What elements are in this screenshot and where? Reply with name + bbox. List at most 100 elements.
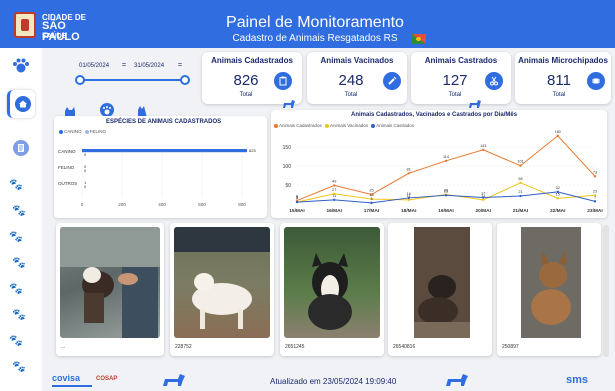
bar-data-label: 0 <box>84 152 87 157</box>
x-tick-label: 20/MAI <box>476 208 492 214</box>
x-tick-label: 400 <box>158 202 166 207</box>
page-subtitle: Cadastro de Animais Resgatados RS <box>232 33 398 44</box>
kpi-label: Total <box>239 92 253 98</box>
category-label: CANINO <box>58 149 76 154</box>
line-point <box>407 196 410 200</box>
paw-deco-icon: 🐾 <box>9 179 23 191</box>
species-chart-panel: ESPÉCIES DE ANIMAIS CADASTRADOS CANINO F… <box>54 116 267 218</box>
daily-line-chart-panel: Animais Cadastrados, Vacinados e Castrad… <box>271 110 607 218</box>
kpi-card-vaccinated: Animais Vacinados 248 Total <box>307 52 407 104</box>
bar-data-label: 0 <box>84 168 87 173</box>
paw-deco-icon: 🐾 <box>12 309 26 321</box>
animal-photo <box>284 227 380 338</box>
clipboard-icon <box>274 72 292 90</box>
paw-deco-icon: 🐾 <box>12 361 26 373</box>
dog-deco-icon <box>469 100 481 108</box>
animal-photo-card[interactable]: 250897 <box>497 223 601 356</box>
line-data-label: 11 <box>332 194 336 198</box>
y-tick-label: 50 <box>285 183 291 189</box>
y-tick-label: 150 <box>283 145 292 151</box>
line-data-label: 7 <box>594 195 596 199</box>
x-tick-label: 200 <box>118 202 126 207</box>
line-data-label: 114 <box>443 155 449 159</box>
syringe-icon <box>383 72 401 90</box>
sms-logo-text: sms <box>566 374 589 386</box>
kpi-label: Total <box>344 92 358 98</box>
kpi-card-microchipped: Animais Microchipados 811 Total <box>515 52 611 104</box>
kpi-value: 826 <box>233 72 259 89</box>
line-data-label: 56 <box>518 177 522 181</box>
line-point <box>519 164 522 167</box>
line-point <box>370 201 373 205</box>
line-data-label: 23 <box>444 189 448 193</box>
line-point <box>444 194 448 197</box>
line-data-label: 143 <box>480 144 486 148</box>
end-date[interactable]: 31/05/2024 <box>134 63 164 69</box>
document-icon <box>13 140 29 156</box>
bar-canino <box>82 149 247 153</box>
date-separator: = <box>122 62 127 69</box>
paw-icon <box>13 58 29 73</box>
cosap-logo: COSAP <box>96 376 117 382</box>
covisa-underline <box>52 385 92 387</box>
line-point <box>482 198 485 202</box>
animal-photo-card[interactable]: 26540816 <box>388 223 492 356</box>
x-tick-label: 600 <box>198 202 206 207</box>
animal-photo-card[interactable]: ... <box>56 223 164 356</box>
header-bar: CIDADE DE SÃO PAULO SAÚDE Painel de Moni… <box>0 0 615 48</box>
x-tick-label: 16/MAI <box>327 208 343 214</box>
kpi-card-castrated: Animais Castrados 127 Total <box>411 52 511 104</box>
start-date[interactable]: 01/05/2024 <box>79 63 109 69</box>
x-tick-label: 19/MAI <box>438 208 454 214</box>
dog-photo-illustration <box>414 227 470 338</box>
line-point <box>556 134 559 137</box>
line-point <box>556 197 559 200</box>
sidebar: 🐾 🐾 🐾 🐾 🐾 🐾 🐾 🐾 <box>0 48 42 391</box>
date-start-handle[interactable] <box>75 75 85 85</box>
x-tick-label: 800 <box>238 202 246 207</box>
page-title: Painel de Monitoramento <box>226 14 404 31</box>
sms-logo: sms <box>566 374 588 386</box>
document-button[interactable] <box>7 134 35 162</box>
kpi-title: Animais Vacinados <box>320 56 394 65</box>
species-bar-chart: 0 200 400 600 800CANINO 8250FELINO 00OUTROS 10 <box>58 146 256 207</box>
kpi-label: Total <box>448 92 462 98</box>
home-icon <box>14 96 31 112</box>
line-point <box>482 148 485 152</box>
paw-logo-button[interactable] <box>7 52 35 80</box>
line-data-label: 23 <box>593 189 597 193</box>
kpi-value: 127 <box>442 72 468 89</box>
scissors-icon <box>485 72 503 90</box>
photo-caption: 2651245 <box>285 344 305 350</box>
line-data-label: 180 <box>555 130 561 134</box>
paw-deco-icon: 🐾 <box>12 205 26 217</box>
dog-photo-illustration <box>174 227 270 329</box>
animal-photo-card[interactable]: 228752 <box>170 223 274 356</box>
line-point <box>333 184 336 187</box>
gallery-scrollbar[interactable] <box>603 225 609 357</box>
x-tick-label: 15/MAI <box>289 208 305 214</box>
bar-data-label: 825 <box>249 148 256 153</box>
line-point <box>556 190 559 194</box>
dog-photo-illustration <box>521 227 581 338</box>
kpi-title: Animais Microchipados <box>518 56 608 65</box>
photo-caption: ... <box>61 344 66 350</box>
x-tick-label: 0 <box>81 202 84 207</box>
photo-caption: 228752 <box>175 344 192 350</box>
animal-photo <box>392 227 488 338</box>
kpi-title: Animais Cadastrados <box>211 56 293 65</box>
covisa-logo-text: covisa <box>52 373 81 383</box>
dog-photo-illustration <box>308 253 352 330</box>
line-data-label: 17 <box>481 192 485 196</box>
date-range-track[interactable] <box>80 79 184 81</box>
line-data-label: 32 <box>556 186 560 190</box>
line-point <box>593 200 597 203</box>
date-end-handle[interactable] <box>180 75 190 85</box>
animal-photo-card[interactable]: 2651245 <box>280 223 384 356</box>
daily-line-chart: 50 100 150 15/MAI 16/MAI 17/MAI 18/MAI 19/MAI 20… <box>283 130 604 214</box>
home-button[interactable] <box>7 90 35 118</box>
animal-photo <box>60 227 160 338</box>
line-data-label: 21 <box>518 190 522 194</box>
kpi-value: 811 <box>547 72 571 89</box>
line-data-label: 81 <box>407 167 411 171</box>
